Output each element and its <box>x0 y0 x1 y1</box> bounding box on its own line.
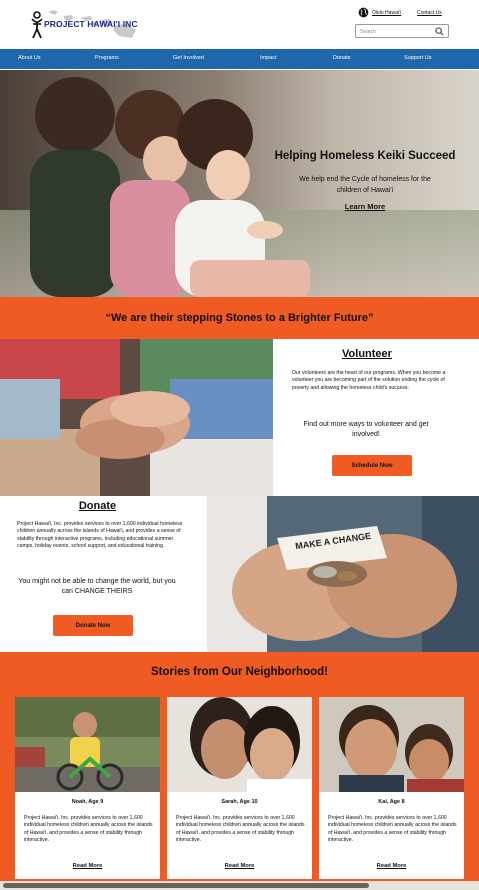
volunteer-cta-text: Find out more ways to volunteer and get … <box>303 421 429 438</box>
hands-stack-image <box>0 339 273 496</box>
language-link[interactable]: Ōlelo Hawaiʻi <box>372 10 401 16</box>
nav-item-get-involved[interactable]: Get Involved <box>173 55 204 61</box>
donate-body: Project Hawai'i, Inc. provides services … <box>17 521 183 549</box>
hero-title: Helping Homeless Keiki Succeed <box>274 150 456 162</box>
story-photo-kai <box>319 697 464 792</box>
coins-in-hands-image <box>207 496 479 652</box>
read-more-link[interactable]: Read More <box>15 863 160 869</box>
story-name: Kai, Age 8 <box>378 799 405 805</box>
logo[interactable]: PROJECT HAWAI'I INC <box>30 8 140 40</box>
donate-now-button[interactable]: Donate Now <box>53 615 133 636</box>
horizontal-scrollbar[interactable] <box>0 881 479 890</box>
story-body: Project Hawai'i, Inc. provides services … <box>24 815 153 843</box>
read-more-link[interactable]: Read More <box>319 863 464 869</box>
schedule-now-button[interactable]: Schedule Now <box>332 455 412 476</box>
volunteer-photo-hands <box>0 339 273 496</box>
story-body: Project Hawai'i, Inc. provides services … <box>176 815 305 843</box>
story-body: Project Hawai'i, Inc. provides services … <box>328 815 457 843</box>
nav-item-impact[interactable]: Impact <box>260 55 277 61</box>
donate-cta-text: You might not be able to change the worl… <box>18 578 176 595</box>
donate-section: Donate Project Hawai'i, Inc. provides se… <box>0 496 207 652</box>
story-card-noah: Noah, Age 9 Project Hawai'i, Inc. provid… <box>15 697 160 879</box>
search-icon[interactable] <box>435 27 444 36</box>
search-input[interactable] <box>360 27 430 36</box>
hero-banner: Helping Homeless Keiki Succeed We help e… <box>0 70 479 297</box>
hero-subtitle: We help end the Cycle of homeless for th… <box>299 176 431 194</box>
read-more-link[interactable]: Read More <box>167 863 312 869</box>
story-photo-sarah <box>167 697 312 792</box>
stories-section: Stories from Our Neighborhood! Noah, Age… <box>0 652 479 890</box>
scrollbar-thumb[interactable] <box>3 883 369 888</box>
contact-us-link[interactable]: Contact Us <box>417 10 442 16</box>
quote-text: “We are their stepping Stones to a Brigh… <box>105 312 374 324</box>
person-figure-icon <box>31 11 43 39</box>
volunteer-section: Volunteer Our volunteers are the heart o… <box>273 339 479 496</box>
nav-item-support-us[interactable]: Support Us <box>404 55 432 61</box>
stories-title: Stories from Our Neighborhood! <box>151 666 328 678</box>
donate-title: Donate <box>78 500 117 512</box>
search-box <box>355 24 449 38</box>
story-name: Noah, Age 9 <box>71 799 104 805</box>
nav-item-about-us[interactable]: About Us <box>18 55 41 61</box>
logo-text: PROJECT HAWAI'I INC <box>44 19 138 29</box>
story-photo-noah <box>15 697 160 792</box>
learn-more-link[interactable]: Learn More <box>345 202 385 211</box>
story-name: Sarah, Age 10 <box>221 799 258 805</box>
story-card-kai: Kai, Age 8 Project Hawai'i, Inc. provide… <box>319 697 464 879</box>
volunteer-title: Volunteer <box>342 348 392 360</box>
donate-photo-coins: MAKE A CHANGE <box>207 496 479 652</box>
hero-text-block: Helping Homeless Keiki Succeed We help e… <box>250 150 479 214</box>
main-nav: About Us Programs Get Involved Impact Do… <box>0 49 479 69</box>
story-card-sarah: Sarah, Age 10 Project Hawai'i, Inc. prov… <box>167 697 312 879</box>
quote-band: “We are their stepping Stones to a Brigh… <box>0 297 479 339</box>
nav-item-donate[interactable]: Donate <box>333 55 351 61</box>
site-header: PROJECT HAWAI'I INC Ōlelo Hawaiʻi Contac… <box>0 0 479 48</box>
language-switch[interactable]: Ōlelo Hawaiʻi <box>358 7 401 18</box>
volunteer-body: Our volunteers are the heart of our prog… <box>292 370 446 391</box>
globe-icon <box>358 7 369 18</box>
nav-item-programs[interactable]: Programs <box>95 55 119 61</box>
